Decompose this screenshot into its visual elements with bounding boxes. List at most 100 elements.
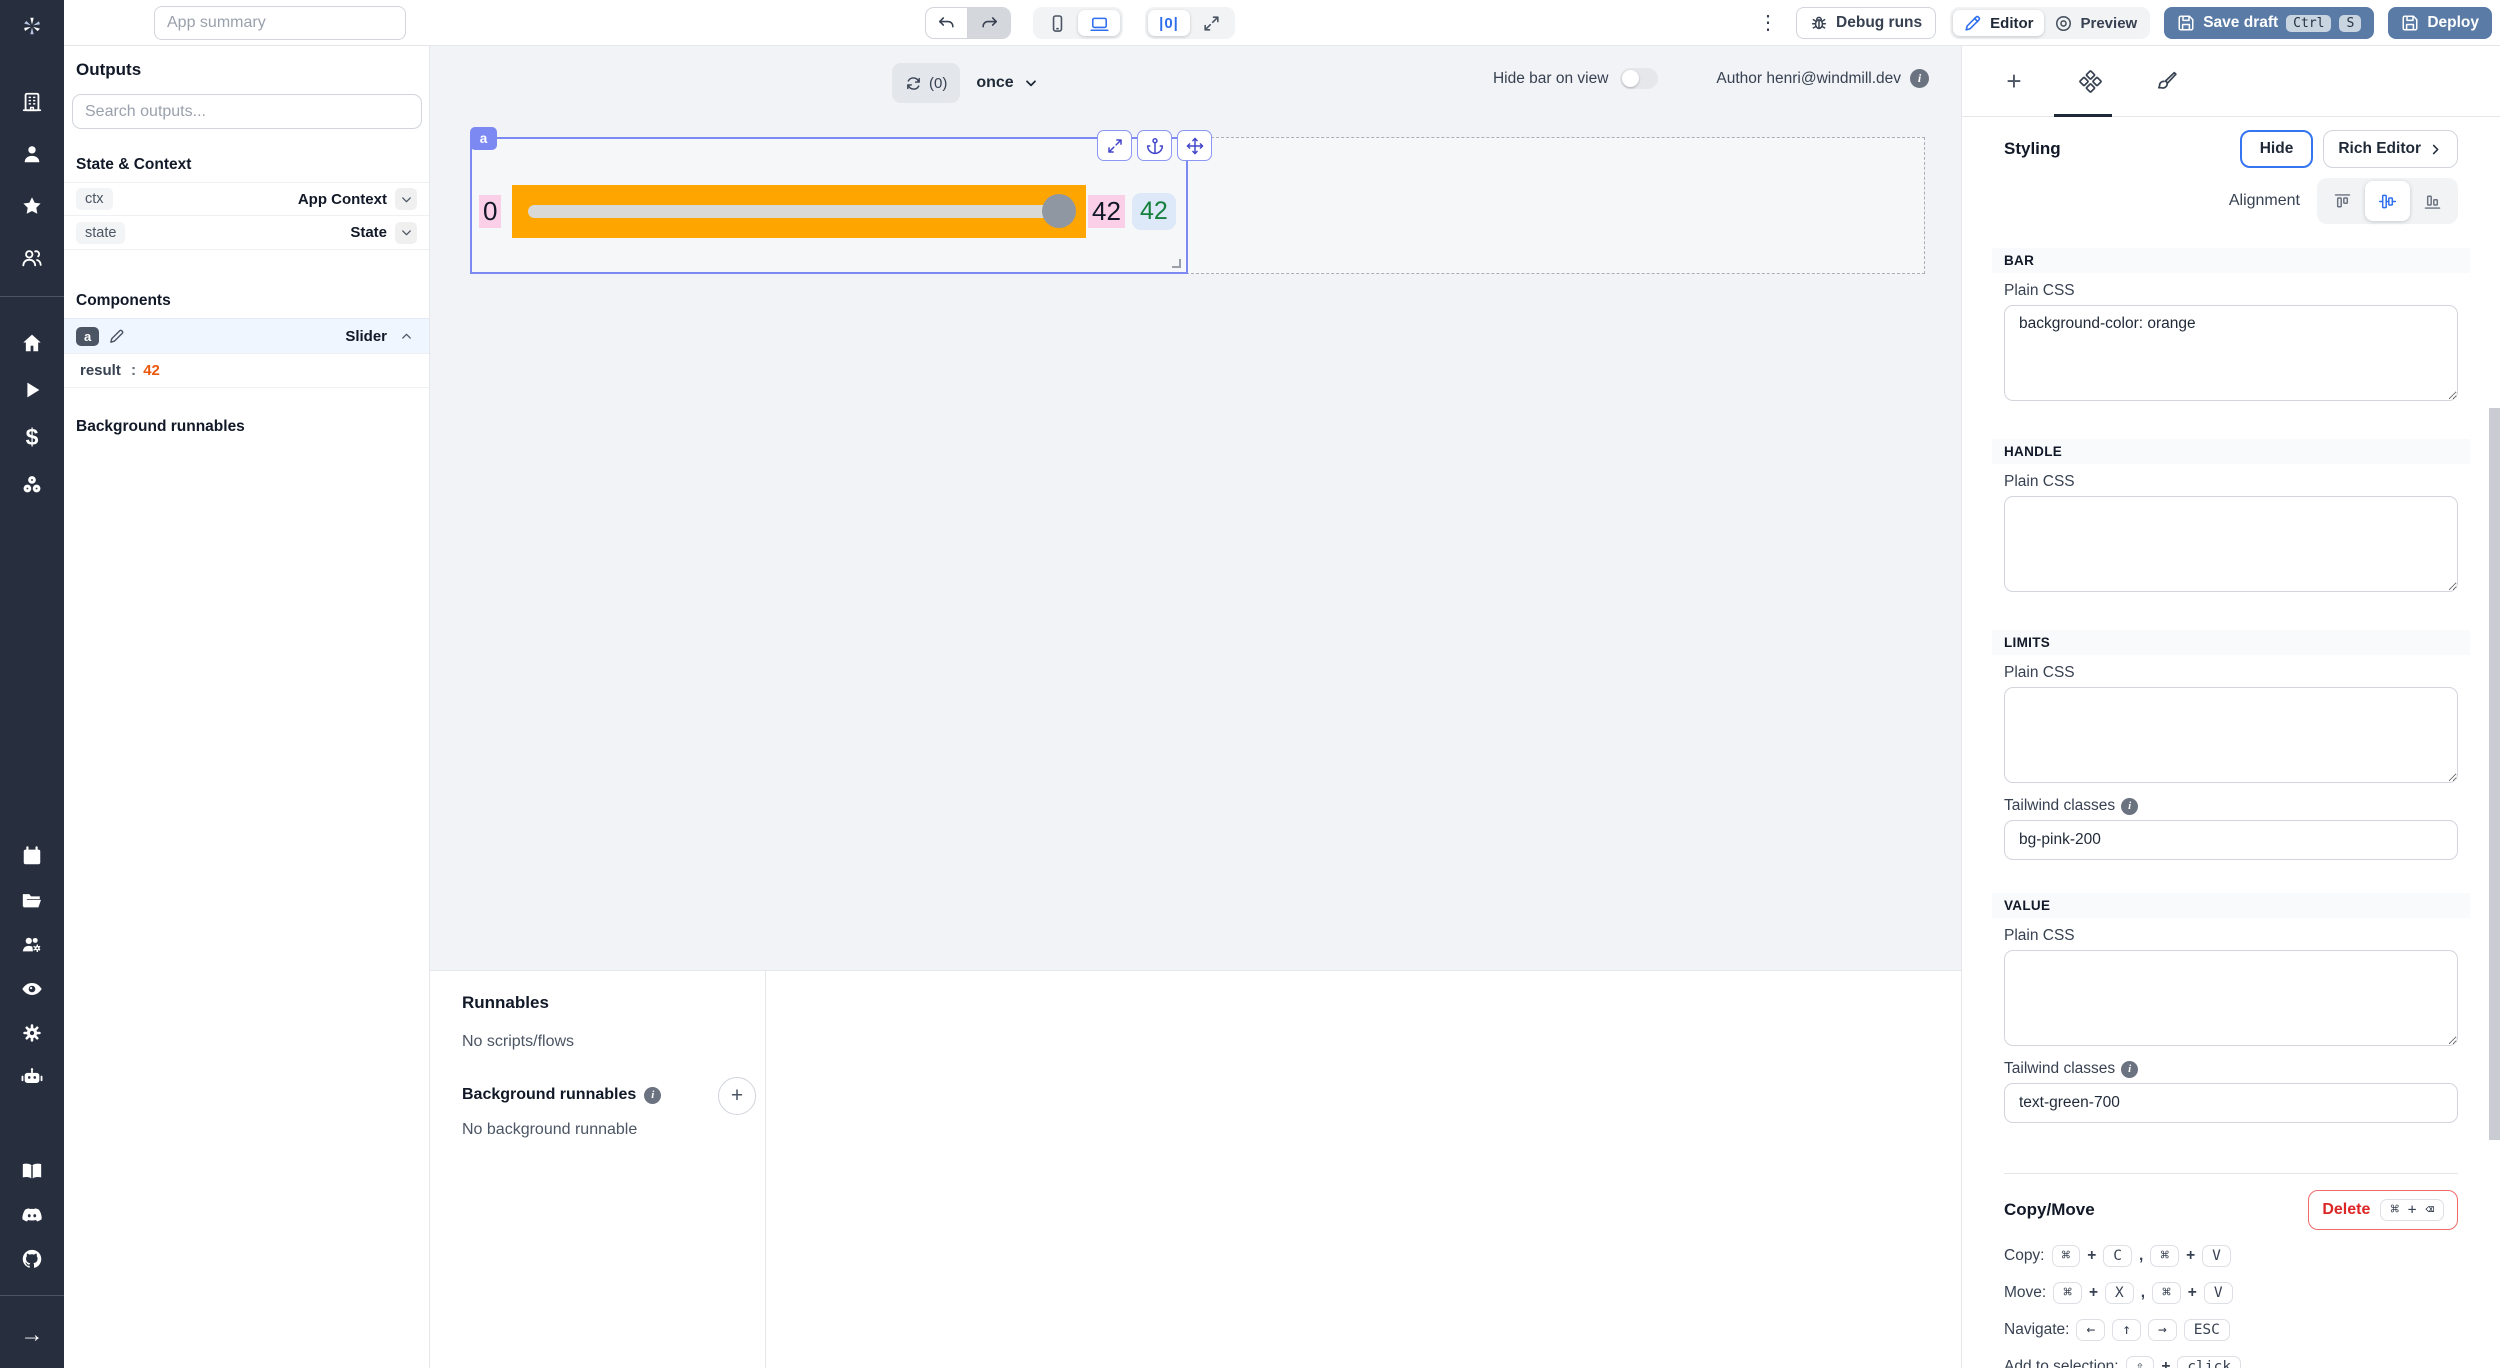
plain-css-label: Plain CSS (2004, 664, 2458, 682)
sidebar-item-variables[interactable]: $ (0, 419, 64, 455)
tab-preview[interactable]: Preview (2044, 10, 2148, 36)
undo-button[interactable] (926, 8, 968, 38)
rich-editor-button[interactable]: Rich Editor (2323, 130, 2458, 168)
state-expand-button[interactable] (395, 222, 417, 244)
collapse-rail-button[interactable]: → (0, 1316, 64, 1352)
plus-separator: + (2186, 1247, 2195, 1265)
panel-scrollbar-thumb[interactable] (2489, 408, 2500, 1140)
users-icon (21, 247, 43, 269)
refresh-button[interactable]: (0) (892, 63, 960, 103)
edit-id-icon[interactable] (108, 328, 125, 345)
kbd-cmd: ⌘ (2052, 1245, 2081, 1267)
save-draft-button[interactable]: Save draft Ctrl S (2164, 7, 2374, 39)
hide-styling-button[interactable]: Hide (2240, 130, 2314, 168)
runnables-title: Runnables (462, 993, 549, 1013)
sidebar-item-audit-logs[interactable] (0, 971, 64, 1007)
value-plain-css-textarea[interactable] (2004, 950, 2458, 1046)
sidebar-item-favorites[interactable] (0, 188, 64, 224)
delete-component-button[interactable]: Delete ⌘ + ⌫ (2308, 1190, 2458, 1230)
align-center-icon (2377, 191, 2398, 212)
selected-component-slider[interactable]: a 0 42 42 (470, 137, 1188, 274)
canvas-toolbar-right: Hide bar on view Author henri@windmill.d… (1493, 68, 1929, 89)
output-row-ctx[interactable]: ctx App Context (64, 182, 429, 216)
component-collapse-button[interactable] (395, 325, 417, 347)
desktop-view-button[interactable] (1078, 10, 1120, 36)
add-background-runnable-button[interactable]: + (718, 1077, 756, 1115)
schedule-mode-dropdown[interactable]: once (976, 74, 1038, 92)
slider-min-label: 0 (479, 195, 501, 228)
background-runnables-title: Background runnables (462, 1086, 636, 1104)
component-row-slider[interactable]: a Slider (64, 318, 429, 354)
align-center-button[interactable] (2365, 181, 2410, 221)
plus-separator: + (2089, 1284, 2098, 1302)
sidebar-item-user[interactable] (0, 136, 64, 172)
centered-layout-button[interactable]: |0| (1148, 10, 1190, 36)
sidebar-item-groups[interactable] (0, 240, 64, 276)
tab-editor[interactable]: Editor (1953, 10, 2043, 36)
redo-button[interactable] (968, 8, 1010, 38)
slider-handle[interactable] (1042, 194, 1076, 228)
sidebar-item-workspace[interactable] (0, 84, 64, 120)
limits-tailwind-input[interactable] (2004, 820, 2458, 860)
plus-separator: + (2188, 1284, 2197, 1302)
sidebar-item-docs[interactable] (0, 1153, 64, 1189)
copy-label: Copy: (2004, 1247, 2045, 1265)
search-outputs-input[interactable] (72, 94, 422, 129)
output-row-state[interactable]: state State (64, 216, 429, 250)
sidebar-item-workers[interactable] (0, 927, 64, 963)
more-menu-button[interactable]: ⋮ (1754, 13, 1782, 33)
sidebar-item-ai[interactable] (0, 1059, 64, 1095)
handle-plain-css-textarea[interactable] (2004, 496, 2458, 592)
tailwind-info-icon[interactable]: i (2121, 1061, 2138, 1078)
mobile-view-button[interactable] (1036, 10, 1078, 36)
anchor-component-button[interactable] (1137, 130, 1172, 161)
sidebar-item-resources[interactable] (0, 467, 64, 503)
delete-kbd: ⌘ + ⌫ (2380, 1199, 2444, 1221)
tailwind-classes-label: Tailwind classesi (2004, 1060, 2458, 1078)
expand-component-button[interactable] (1097, 130, 1132, 161)
slider-track[interactable] (528, 205, 1068, 218)
value-tailwind-input[interactable] (2004, 1083, 2458, 1123)
kbd-esc: ESC (2184, 1319, 2230, 1341)
debug-runs-button[interactable]: Debug runs (1796, 7, 1936, 39)
sidebar-item-home[interactable] (0, 325, 64, 361)
shortcut-row-move: Move: ⌘+X, ⌘+V (2004, 1282, 2458, 1304)
editor-label: Editor (1990, 15, 2033, 32)
sidebar-item-schedules[interactable] (0, 838, 64, 874)
deploy-button[interactable]: Deploy (2388, 7, 2492, 39)
ctx-expand-button[interactable] (395, 188, 417, 210)
limits-plain-css-textarea[interactable] (2004, 687, 2458, 783)
canvas-grid-area[interactable]: a 0 42 42 (470, 137, 1925, 274)
author-label: Author henri@windmill.dev (1716, 70, 1901, 88)
sidebar-item-discord[interactable] (0, 1197, 64, 1233)
align-top-button[interactable] (2320, 181, 2365, 221)
app-canvas[interactable]: (0) once Hide bar on view Author henri@w… (430, 46, 1961, 970)
topbar: |0| ⋮ Debug runs Editor Preview (64, 0, 2500, 46)
chevron-up-icon (399, 329, 414, 344)
result-row[interactable]: result : 42 (64, 354, 429, 388)
windmill-logo[interactable] (0, 8, 64, 44)
app-summary-input[interactable] (154, 6, 406, 40)
hide-bar-toggle[interactable] (1620, 68, 1658, 89)
resize-handle[interactable] (1172, 259, 1181, 268)
move-component-button[interactable] (1177, 130, 1212, 161)
sidebar-item-settings[interactable] (0, 1015, 64, 1051)
styling-title: Styling (2004, 139, 2061, 159)
sidebar-item-github[interactable] (0, 1241, 64, 1277)
align-bottom-button[interactable] (2410, 181, 2455, 221)
sidebar-item-folders[interactable] (0, 883, 64, 919)
kbd-arrow-up: ↑ (2112, 1319, 2141, 1341)
tab-component-settings[interactable] (2076, 67, 2104, 95)
tab-global-styling[interactable] (2152, 67, 2180, 95)
tab-insert-component[interactable]: + (2000, 67, 2028, 95)
sidebar-item-runs[interactable] (0, 372, 64, 408)
full-width-button[interactable] (1190, 10, 1232, 36)
align-bottom-icon (2422, 191, 2443, 212)
section-value: VALUE Plain CSS Tailwind classesi (2004, 893, 2458, 1123)
author-info-icon[interactable]: i (1910, 69, 1929, 88)
tailwind-info-icon[interactable]: i (2121, 798, 2138, 815)
background-runnables-info-icon[interactable]: i (644, 1087, 661, 1104)
laptop-icon (1090, 14, 1109, 33)
move-icon (1186, 137, 1204, 155)
bar-plain-css-textarea[interactable]: background-color: orange (2004, 305, 2458, 401)
